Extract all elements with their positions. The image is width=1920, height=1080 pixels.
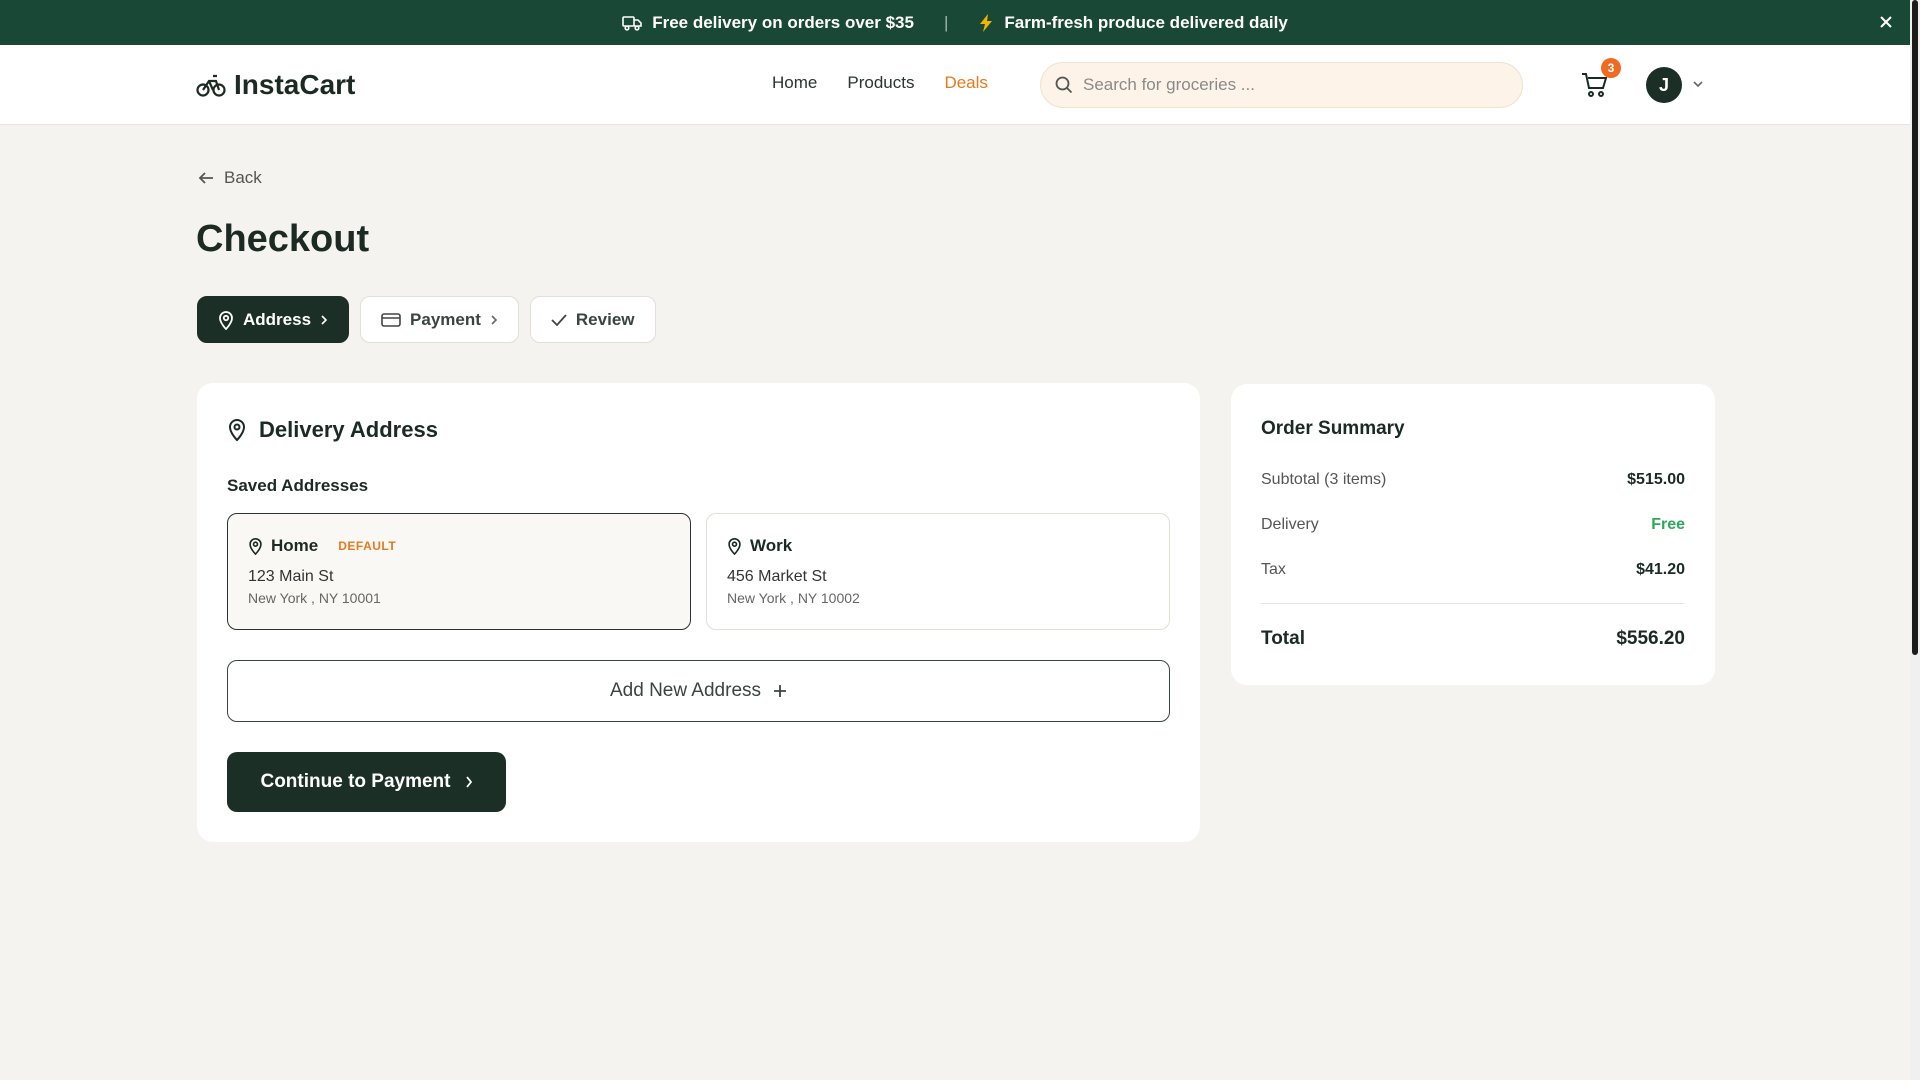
step-review[interactable]: Review (529, 296, 656, 343)
site-header: InstaCart Home Products Deals 3 J (0, 45, 1910, 125)
total-row: Total $556.20 (1261, 628, 1685, 650)
map-pin-icon (218, 310, 234, 330)
step-address[interactable]: Address (197, 296, 350, 343)
checkout-steps: Address Payment Review (197, 296, 656, 343)
scrollbar-thumb[interactable] (1912, 0, 1918, 655)
delivery-address-title: Delivery Address (259, 417, 438, 442)
announcement-bar: Free delivery on orders over $35 | Farm-… (0, 0, 1910, 45)
address-line1: 456 Market St (727, 568, 827, 585)
continue-to-payment-button[interactable]: Continue to Payment (227, 752, 506, 812)
address-name: Home (271, 536, 319, 555)
chevron-down-icon (1692, 80, 1704, 88)
tax-row: Tax $41.20 (1261, 561, 1685, 579)
nav-home[interactable]: Home (772, 73, 817, 93)
address-name: Work (750, 536, 793, 555)
close-icon (1879, 15, 1893, 29)
truck-icon (622, 15, 643, 31)
saved-addresses-label: Saved Addresses (227, 476, 369, 495)
search-icon (1055, 76, 1073, 94)
chevron-right-icon (320, 314, 328, 326)
step-address-label: Address (243, 309, 312, 329)
subtotal-row: Subtotal (3 items) $515.00 (1261, 471, 1685, 489)
lightning-icon (978, 13, 994, 33)
delivery-fee-value: Free (1651, 516, 1685, 533)
main-nav: Home Products Deals (772, 73, 988, 93)
brand-logo[interactable]: InstaCart (196, 67, 355, 103)
chevron-right-icon (465, 775, 473, 789)
step-payment[interactable]: Payment (360, 296, 519, 343)
step-review-label: Review (575, 309, 635, 329)
search-input[interactable] (1083, 75, 1503, 95)
bicycle-icon (196, 72, 226, 98)
fresh-produce-notice: Farm-fresh produce delivered daily (978, 12, 1288, 33)
page-title: Checkout (196, 218, 370, 260)
free-delivery-text: Free delivery on orders over $35 (652, 12, 914, 32)
nav-products[interactable]: Products (847, 73, 914, 93)
delivery-address-card: Delivery Address Saved Addresses Home DE… (197, 383, 1200, 842)
subtotal-label: Subtotal (3 items) (1261, 471, 1387, 488)
search-bar (1040, 62, 1523, 108)
total-label: Total (1261, 628, 1305, 649)
delivery-fee-row: Delivery Free (1261, 516, 1685, 534)
plus-icon (773, 684, 787, 698)
step-payment-label: Payment (410, 309, 481, 329)
address-line1: 123 Main St (248, 568, 334, 585)
back-label: Back (224, 168, 262, 187)
map-pin-icon (727, 537, 742, 555)
nav-deals[interactable]: Deals (944, 73, 987, 93)
tax-value: $41.20 (1636, 561, 1685, 578)
address-line2: New York , NY 10002 (727, 590, 860, 606)
account-menu-toggle[interactable] (1692, 80, 1704, 88)
default-badge: DEFAULT (338, 539, 397, 553)
credit-card-icon (381, 312, 401, 328)
check-icon (551, 313, 567, 326)
delivery-fee-label: Delivery (1261, 516, 1319, 533)
tax-label: Tax (1261, 561, 1286, 578)
announcement-separator: | (943, 12, 949, 32)
free-delivery-notice: Free delivery on orders over $35 (622, 13, 914, 33)
cart-count-badge: 3 (1601, 58, 1621, 78)
order-summary-card: Order Summary Subtotal (3 items) $515.00… (1231, 384, 1715, 685)
total-value: $556.20 (1616, 628, 1685, 649)
close-announcement-button[interactable] (1876, 12, 1896, 32)
address-option-home[interactable]: Home DEFAULT 123 Main St New York , NY 1… (227, 513, 691, 630)
user-avatar[interactable]: J (1646, 67, 1682, 103)
order-summary-title: Order Summary (1261, 418, 1405, 439)
brand-name: InstaCart (234, 69, 356, 100)
address-option-work[interactable]: Work 456 Market St New York , NY 10002 (706, 513, 1170, 630)
arrow-left-icon (198, 171, 214, 185)
chevron-right-icon (490, 314, 498, 326)
page-scrollbar[interactable] (1910, 0, 1920, 1080)
fresh-produce-text: Farm-fresh produce delivered daily (1004, 12, 1288, 32)
continue-to-payment-label: Continue to Payment (260, 771, 451, 792)
delivery-address-heading: Delivery Address (227, 417, 438, 443)
back-link[interactable]: Back (198, 168, 262, 188)
address-line2: New York , NY 10001 (248, 590, 381, 606)
map-pin-icon (227, 418, 247, 442)
subtotal-value: $515.00 (1627, 471, 1685, 488)
map-pin-icon (248, 537, 263, 555)
summary-divider (1261, 603, 1685, 604)
add-new-address-button[interactable]: Add New Address (227, 660, 1170, 722)
add-new-address-label: Add New Address (609, 680, 762, 701)
